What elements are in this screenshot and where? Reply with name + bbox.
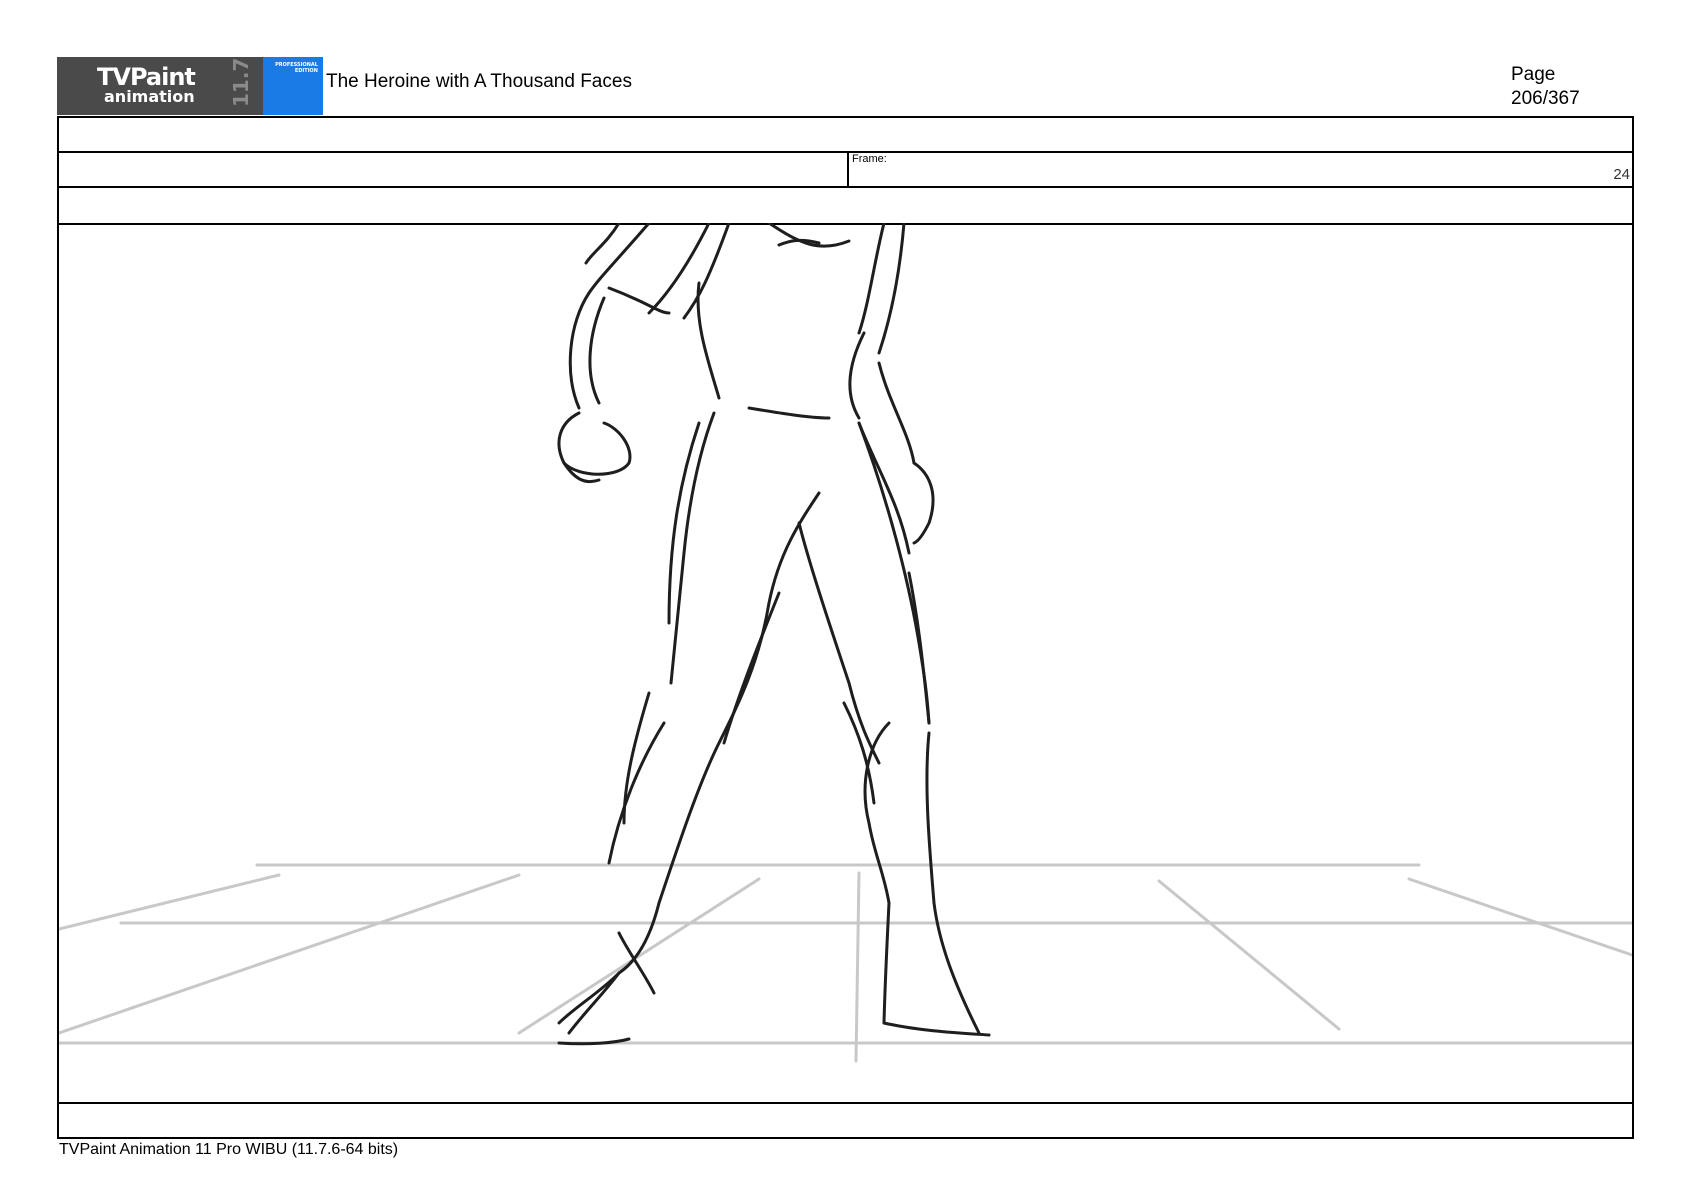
logo-subword: animation	[104, 87, 195, 106]
floor-grid	[59, 863, 1632, 1063]
software-version: TVPaint Animation 11 Pro WIBU (11.7.6-64…	[59, 1141, 399, 1158]
logo-edition-block: PROFESSIONAL EDITION	[263, 57, 323, 115]
frame-label: Frame:	[852, 153, 887, 165]
figure-lines	[557, 223, 991, 1046]
sheet-row-notes	[59, 186, 1632, 225]
page-indicator: Page 206/367	[1511, 63, 1580, 111]
storyboard-panel-drawing	[59, 223, 1632, 1106]
sheet-row-top	[59, 118, 1632, 153]
page-number: 206/367	[1511, 88, 1580, 109]
logo-dark-block: TVPaint animation 11.7	[57, 57, 263, 115]
tvpaint-logo: TVPaint animation 11.7 PROFESSIONAL EDIT…	[57, 57, 323, 115]
sheet-row-bottom	[59, 1102, 1632, 1137]
frame-cell-divider	[847, 151, 849, 186]
sheet-row-frame	[59, 151, 1632, 188]
logo-edition: PROFESSIONAL EDITION	[275, 62, 318, 74]
frame-number: 24	[1613, 166, 1630, 183]
storyboard-sheet: Frame: 24	[57, 116, 1634, 1139]
logo-version: 11.7	[229, 57, 253, 107]
sketch-figure	[59, 223, 1632, 1063]
page-label: Page	[1511, 64, 1556, 85]
document-title: The Heroine with A Thousand Faces	[326, 71, 632, 92]
